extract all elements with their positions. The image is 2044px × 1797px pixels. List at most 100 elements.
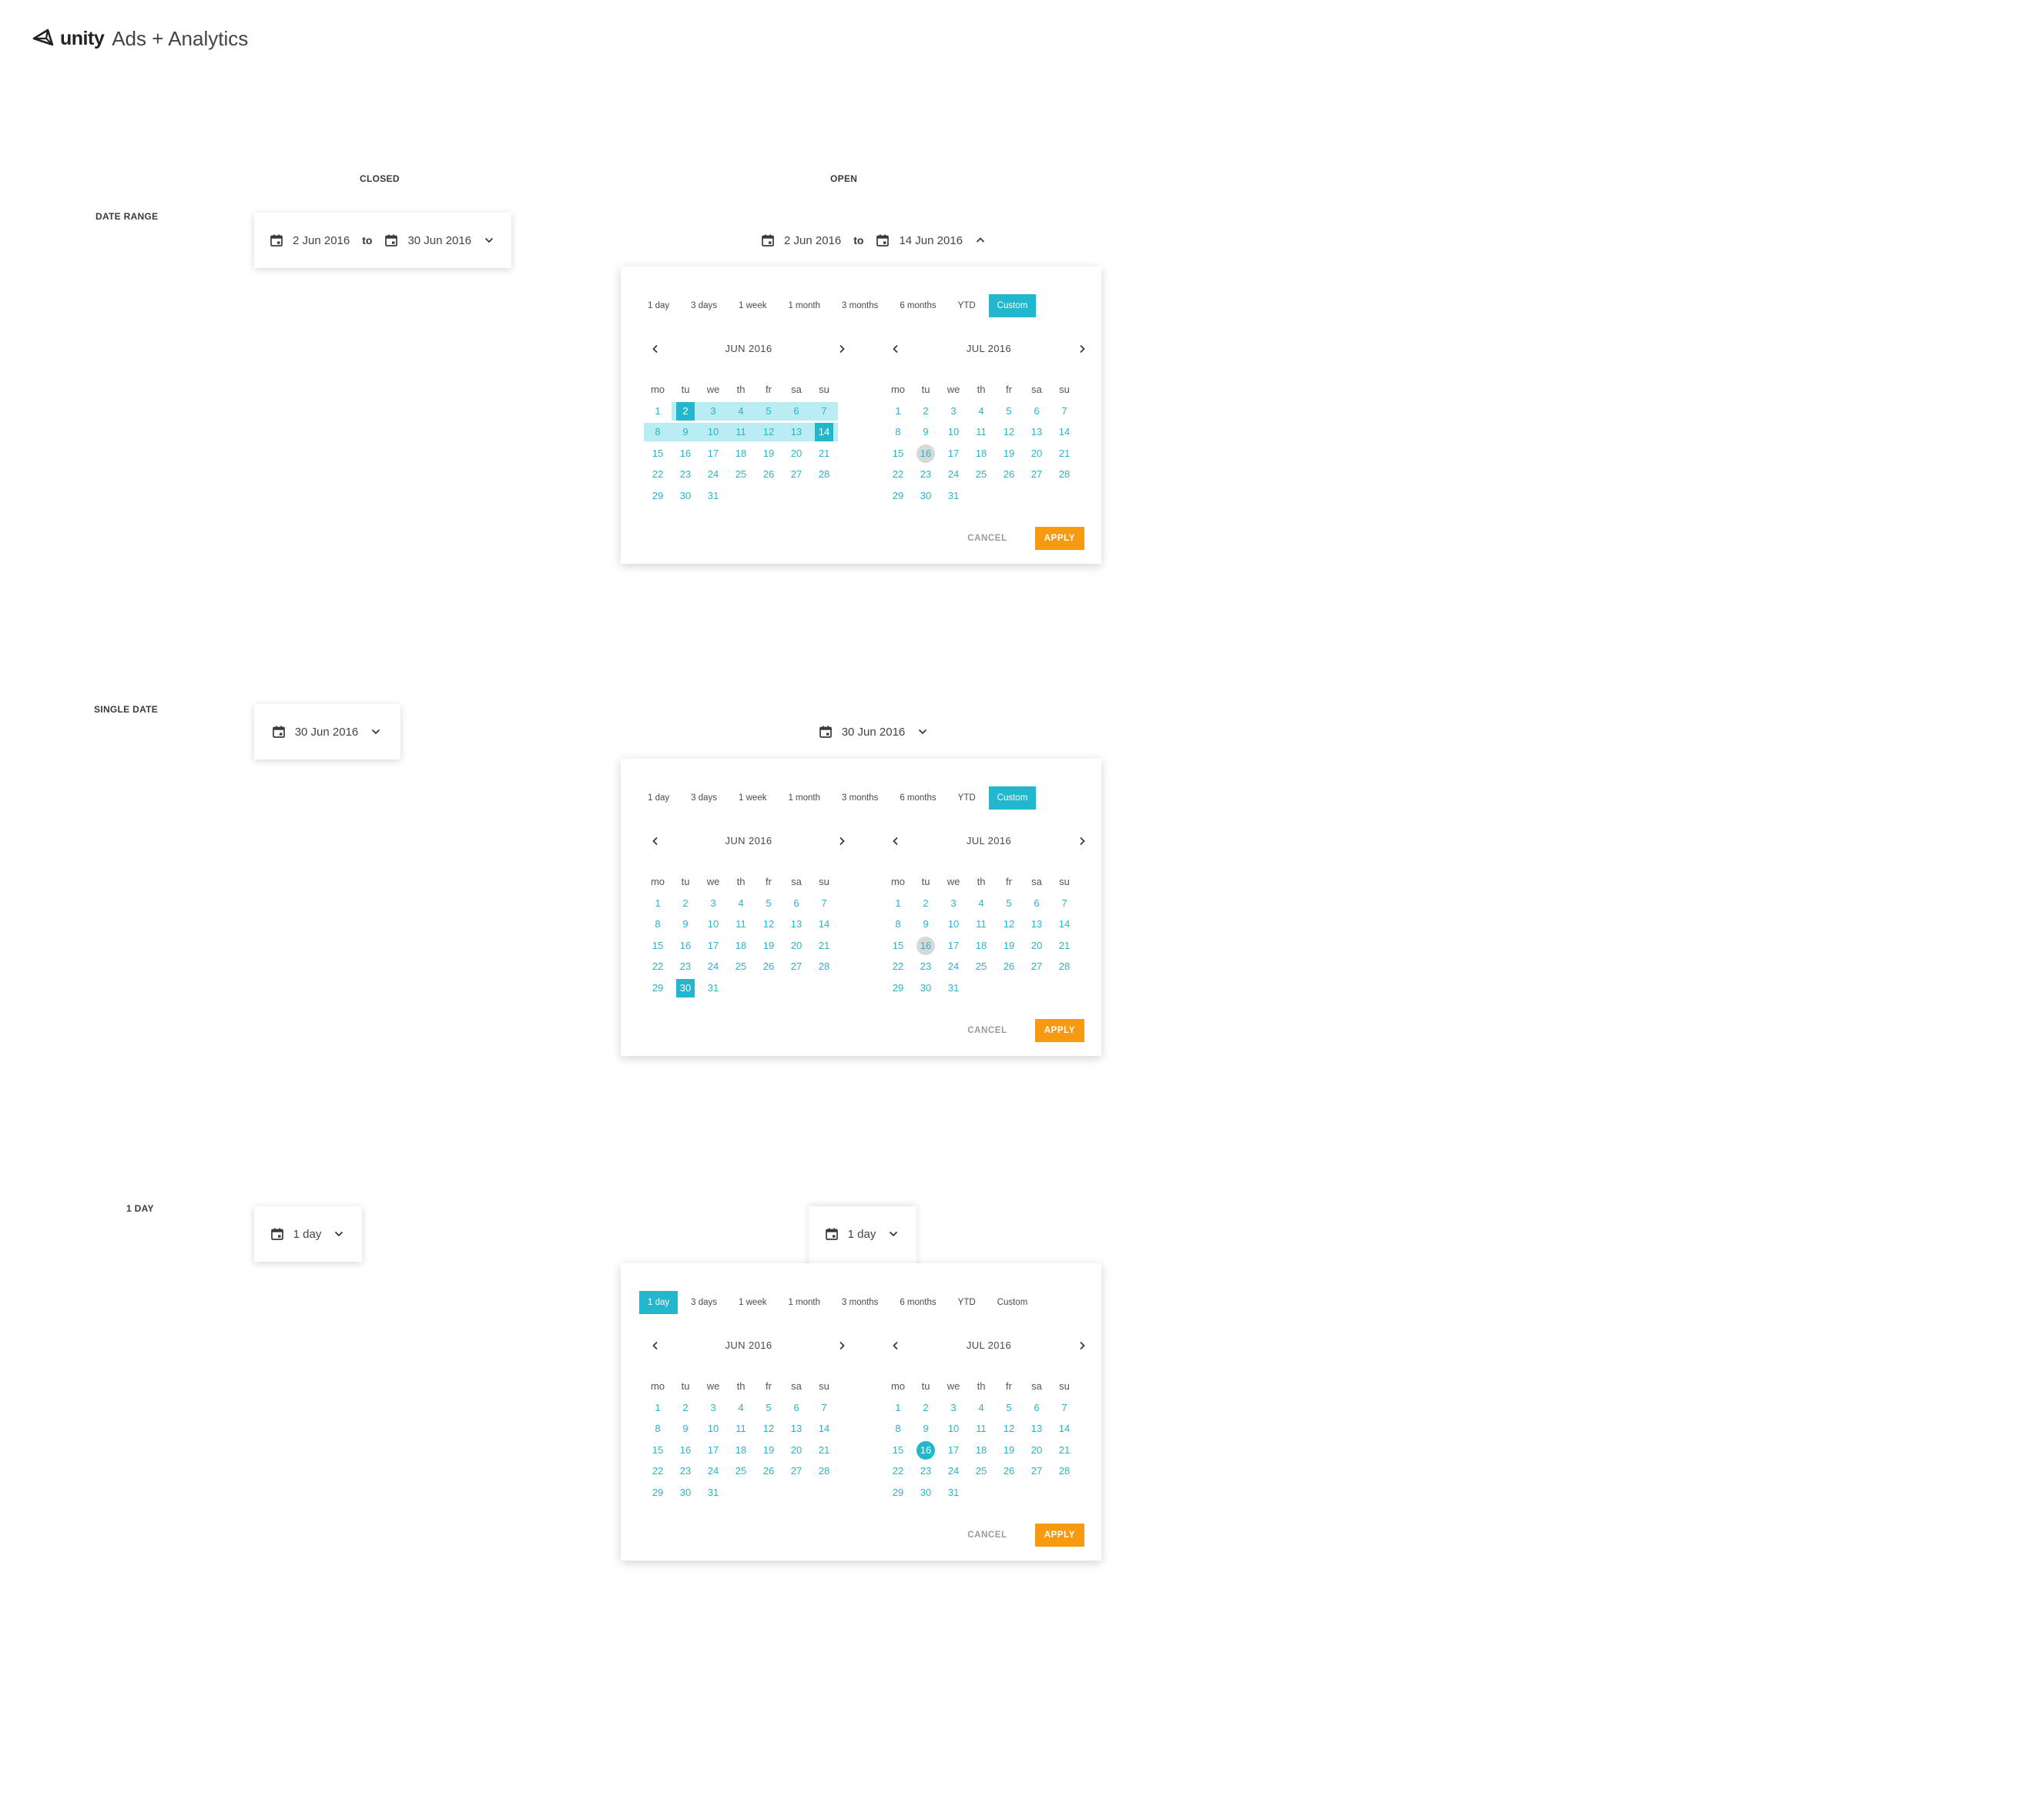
calendar-day[interactable]: 21 — [1055, 1441, 1074, 1460]
calendar-day[interactable]: 24 — [944, 1462, 963, 1480]
chevron-left-icon[interactable] — [648, 342, 662, 356]
calendar-day[interactable]: 29 — [889, 979, 907, 997]
calendar-day[interactable]: 22 — [889, 465, 907, 484]
calendar-day[interactable]: 17 — [704, 444, 722, 463]
calendar-day[interactable]: 19 — [759, 444, 778, 463]
calendar-day[interactable]: 20 — [787, 1441, 806, 1460]
calendar-day[interactable]: 8 — [648, 915, 667, 934]
calendar-day[interactable]: 15 — [889, 444, 907, 463]
calendar-day[interactable]: 23 — [676, 1462, 695, 1480]
closed-single-date-picker[interactable]: 30 Jun 2016 — [254, 704, 400, 759]
calendar-day[interactable]: 22 — [648, 957, 667, 976]
chevron-left-icon[interactable] — [648, 1339, 662, 1353]
calendar-day[interactable]: 14 — [815, 915, 833, 934]
calendar-day[interactable]: 18 — [972, 937, 990, 955]
calendar-day[interactable]: 18 — [732, 444, 750, 463]
calendar-day[interactable]: 4 — [972, 402, 990, 421]
calendar-day[interactable]: 16 — [676, 1441, 695, 1460]
calendar-day[interactable]: 6 — [787, 402, 806, 421]
preset-chip[interactable]: 1 day — [639, 1291, 679, 1314]
calendar-day[interactable]: 10 — [944, 423, 963, 441]
calendar-day[interactable]: 23 — [676, 957, 695, 976]
calendar-day[interactable]: 5 — [759, 402, 778, 421]
calendar-day[interactable]: 14 — [815, 1420, 833, 1438]
chevron-right-icon[interactable] — [835, 834, 849, 848]
preset-chip[interactable]: 3 months — [833, 786, 886, 810]
calendar-day[interactable]: 21 — [1055, 444, 1074, 463]
calendar-day[interactable]: 7 — [1055, 894, 1074, 913]
calendar-day[interactable]: 30 — [916, 979, 935, 997]
calendar-day[interactable]: 2 — [676, 1399, 695, 1417]
apply-button[interactable]: APPLY — [1034, 1524, 1084, 1547]
preset-chip[interactable]: 6 months — [891, 786, 944, 810]
apply-button[interactable]: APPLY — [1034, 527, 1084, 550]
calendar-day[interactable]: 26 — [1000, 957, 1018, 976]
preset-chip[interactable]: 6 months — [891, 1291, 944, 1314]
chevron-left-icon[interactable] — [648, 834, 662, 848]
calendar-day[interactable]: 29 — [648, 487, 667, 505]
calendar-day[interactable]: 20 — [1027, 1441, 1046, 1460]
calendar-day[interactable]: 12 — [759, 1420, 778, 1438]
calendar-day[interactable]: 8 — [648, 423, 667, 441]
calendar-day[interactable]: 26 — [1000, 1462, 1018, 1480]
calendar-day[interactable]: 6 — [1027, 1399, 1046, 1417]
calendar-day[interactable]: 30 — [916, 487, 935, 505]
calendar-day[interactable]: 19 — [1000, 444, 1018, 463]
calendar-day[interactable]: 18 — [732, 937, 750, 955]
calendar-day[interactable]: 14 — [1055, 915, 1074, 934]
cancel-button[interactable]: CANCEL — [967, 1026, 1007, 1035]
calendar-day[interactable]: 30 — [916, 1484, 935, 1502]
preset-chip[interactable]: YTD — [950, 1291, 984, 1314]
calendar-day[interactable]: 29 — [648, 1484, 667, 1502]
calendar-day[interactable]: 24 — [944, 465, 963, 484]
calendar-day[interactable]: 27 — [787, 957, 806, 976]
preset-chip[interactable]: YTD — [950, 294, 984, 317]
calendar-day[interactable]: 24 — [704, 957, 722, 976]
calendar-day[interactable]: 2 — [916, 1399, 935, 1417]
calendar-day[interactable]: 21 — [815, 1441, 833, 1460]
calendar-day[interactable]: 25 — [972, 465, 990, 484]
calendar-day[interactable]: 3 — [944, 1399, 963, 1417]
calendar-day[interactable]: 15 — [648, 937, 667, 955]
calendar-day[interactable]: 18 — [972, 444, 990, 463]
open-single-date-trigger[interactable]: 30 Jun 2016 — [801, 704, 947, 759]
calendar-day[interactable]: 19 — [1000, 937, 1018, 955]
calendar-day[interactable]: 23 — [676, 465, 695, 484]
open-preset-trigger[interactable]: 1 day — [809, 1206, 916, 1269]
calendar-day[interactable]: 9 — [916, 1420, 935, 1438]
calendar-day-today[interactable]: 16 — [916, 936, 935, 955]
calendar-day[interactable]: 1 — [648, 894, 667, 913]
calendar-day-today[interactable]: 16 — [916, 444, 935, 463]
calendar-day[interactable]: 13 — [1027, 915, 1046, 934]
chevron-right-icon[interactable] — [835, 342, 849, 356]
calendar-day[interactable]: 31 — [704, 487, 722, 505]
calendar-day[interactable]: 2 — [676, 894, 695, 913]
calendar-day[interactable]: 22 — [889, 957, 907, 976]
calendar-day[interactable]: 7 — [815, 402, 833, 421]
calendar-day[interactable]: 10 — [704, 423, 722, 441]
calendar-day[interactable]: 4 — [732, 402, 750, 421]
calendar-day[interactable]: 4 — [732, 1399, 750, 1417]
calendar-day[interactable]: 3 — [704, 402, 722, 421]
calendar-day[interactable]: 10 — [944, 1420, 963, 1438]
calendar-day[interactable]: 22 — [648, 1462, 667, 1480]
calendar-day[interactable]: 30 — [676, 487, 695, 505]
chevron-left-icon[interactable] — [889, 1339, 903, 1353]
calendar-day[interactable]: 7 — [815, 1399, 833, 1417]
calendar-day[interactable]: 5 — [1000, 1399, 1018, 1417]
calendar-day[interactable]: 3 — [944, 402, 963, 421]
calendar-day[interactable]: 6 — [1027, 402, 1046, 421]
calendar-day[interactable]: 24 — [704, 465, 722, 484]
calendar-day[interactable]: 8 — [648, 1420, 667, 1438]
calendar-day[interactable]: 30 — [676, 1484, 695, 1502]
calendar-day[interactable]: 27 — [787, 465, 806, 484]
preset-chip[interactable]: Custom — [988, 294, 1037, 317]
calendar-day[interactable]: 13 — [1027, 1420, 1046, 1438]
calendar-day[interactable]: 28 — [1055, 1462, 1074, 1480]
calendar-day[interactable]: 12 — [1000, 423, 1018, 441]
apply-button[interactable]: APPLY — [1034, 1019, 1084, 1042]
calendar-day[interactable]: 20 — [787, 444, 806, 463]
calendar-day[interactable]: 13 — [787, 915, 806, 934]
calendar-day[interactable]: 5 — [759, 1399, 778, 1417]
calendar-day[interactable]: 6 — [1027, 894, 1046, 913]
